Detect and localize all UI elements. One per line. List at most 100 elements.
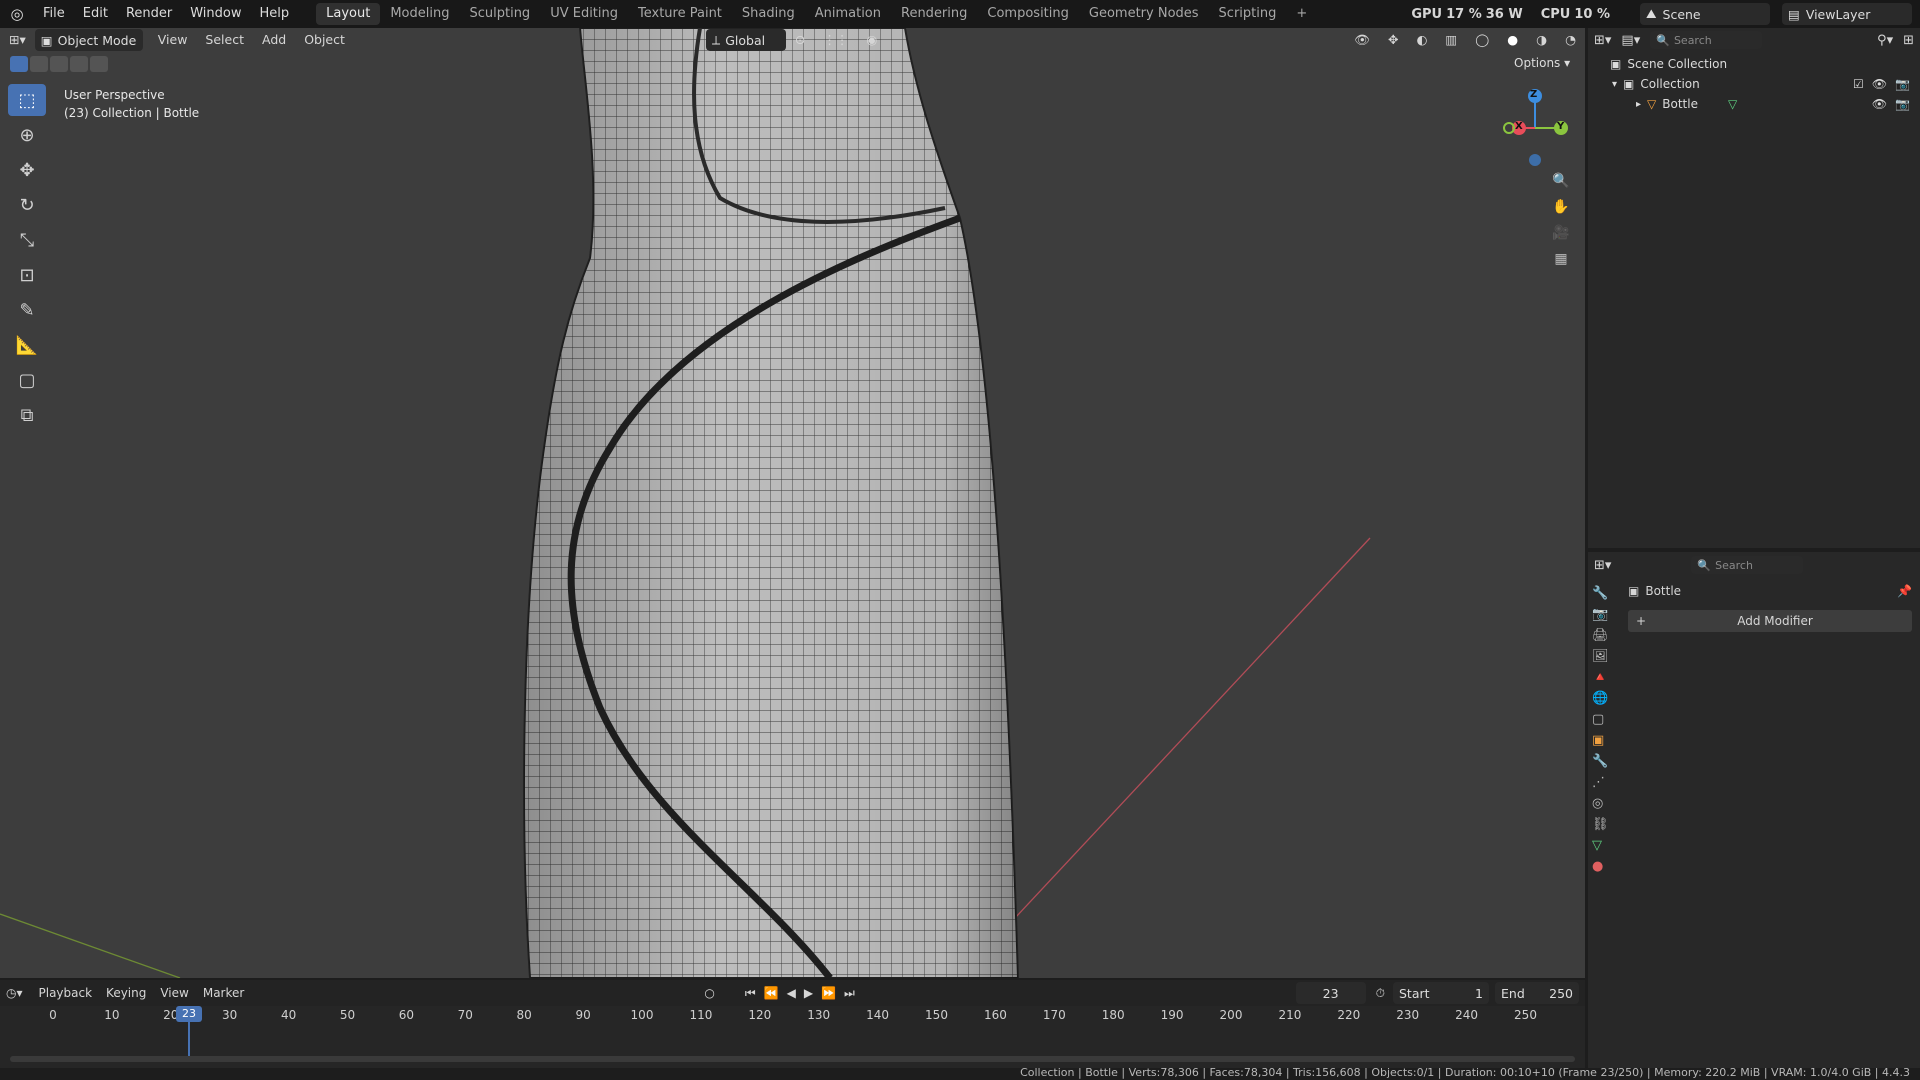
scale-tool-icon[interactable]: ⤡	[8, 224, 46, 256]
select-subtract-icon[interactable]	[50, 56, 68, 72]
constraints-props-icon[interactable]: ⛓	[1592, 817, 1616, 832]
pivot-icon[interactable]: ⊙	[786, 29, 814, 51]
menu-render[interactable]: Render	[117, 0, 181, 28]
marker-menu[interactable]: Marker	[203, 986, 244, 1000]
tab-compositing[interactable]: Compositing	[977, 3, 1079, 25]
zoom-icon[interactable]: 🔍	[1548, 168, 1574, 194]
add-cube-tool-icon[interactable]: ▢	[8, 364, 46, 396]
tab-texture-paint[interactable]: Texture Paint	[628, 3, 732, 25]
tool-props-icon[interactable]: 🔧	[1592, 586, 1616, 601]
tab-sculpting[interactable]: Sculpting	[459, 3, 540, 25]
annotate-tool-icon[interactable]: ✎	[8, 294, 46, 326]
timeline-ruler[interactable]: 0 10 20 30 40 50 60 70 80 90 100 110 120 130 140 150 160…	[0, 1006, 1585, 1068]
timeline-view-menu[interactable]: View	[160, 986, 188, 1000]
select-extend-icon[interactable]	[30, 56, 48, 72]
physics-props-icon[interactable]: ◎	[1592, 796, 1616, 811]
scene-selector[interactable]: ⛰ Scene	[1640, 3, 1770, 25]
select-menu[interactable]: Select	[196, 29, 253, 51]
transform-tool-icon[interactable]: ⊡	[8, 259, 46, 291]
menu-edit[interactable]: Edit	[74, 0, 117, 28]
jump-end-icon[interactable]: ⏭	[844, 986, 855, 1001]
expand-chevron-icon[interactable]: ▸	[1636, 99, 1641, 110]
mesh-data-icon[interactable]: ▽	[1728, 97, 1737, 111]
outliner-collection[interactable]: ▾ ▣ Collection ☑ 👁 📷	[1610, 74, 1920, 94]
tab-uv-editing[interactable]: UV Editing	[540, 3, 628, 25]
autokey-icon[interactable]: ○	[704, 986, 714, 1000]
tab-scripting[interactable]: Scripting	[1209, 3, 1287, 25]
render-props-icon[interactable]: 📷	[1592, 607, 1616, 622]
next-key-icon[interactable]: ⏩	[821, 986, 836, 1000]
tab-modeling[interactable]: Modeling	[380, 3, 459, 25]
collapse-chevron-icon[interactable]: ▾	[1612, 79, 1617, 90]
tab-layout[interactable]: Layout	[316, 3, 381, 25]
overlay-toggle-icon[interactable]: ◐	[1408, 29, 1437, 51]
extrude-tool-icon[interactable]: ⧉	[8, 399, 46, 431]
timeline-editor-icon[interactable]: ◷▾	[6, 986, 23, 1000]
menu-file[interactable]: File	[34, 0, 74, 28]
end-frame-field[interactable]: End 250	[1495, 982, 1579, 1004]
orientation-selector[interactable]: ⟂ Global	[705, 29, 786, 51]
options-button[interactable]: Options ▾	[1514, 56, 1570, 70]
outliner-search[interactable]: 🔍 Search	[1650, 31, 1763, 49]
view-layer-props-icon[interactable]: 🖼	[1592, 649, 1616, 664]
gizmo-toggle-icon[interactable]: ✥	[1379, 29, 1407, 51]
new-collection-icon[interactable]: ⊞	[1903, 33, 1914, 48]
pan-hand-icon[interactable]: ✋	[1548, 194, 1574, 220]
tab-shading[interactable]: Shading	[732, 3, 805, 25]
keying-menu[interactable]: Keying	[106, 986, 146, 1000]
display-mode-icon[interactable]: ▤▾	[1621, 33, 1640, 48]
play-reverse-icon[interactable]: ◀	[787, 986, 796, 1000]
view-menu[interactable]: View	[149, 29, 197, 51]
3d-viewport[interactable]	[0, 28, 1585, 978]
modifier-props-icon[interactable]: 🔧	[1592, 754, 1616, 769]
properties-search[interactable]: 🔍 Search	[1691, 556, 1804, 574]
add-workspace-button[interactable]: +	[1286, 3, 1317, 25]
jump-start-icon[interactable]: ⏮	[745, 986, 756, 1001]
scene-props-icon[interactable]: 🔺	[1592, 670, 1616, 685]
current-frame-field[interactable]: 23	[1295, 982, 1366, 1004]
snap-icon[interactable]: ⋮⋮	[814, 29, 857, 51]
tab-rendering[interactable]: Rendering	[891, 3, 977, 25]
world-props-icon[interactable]: 🌐	[1592, 691, 1616, 706]
measure-tool-icon[interactable]: 📐	[8, 329, 46, 361]
properties-editor-icon[interactable]: ⊞▾	[1594, 558, 1611, 573]
collection-checkbox[interactable]: ☑	[1853, 77, 1864, 91]
outliner-object-bottle[interactable]: ▸ ▽ Bottle ▽ 👁 📷	[1610, 94, 1920, 114]
rotate-tool-icon[interactable]: ↻	[8, 189, 46, 221]
data-props-icon[interactable]: ▽	[1592, 838, 1616, 853]
stopwatch-icon[interactable]: ⏱	[1376, 986, 1385, 1001]
select-new-icon[interactable]	[10, 56, 28, 72]
menu-help[interactable]: Help	[251, 0, 299, 28]
visibility-icon[interactable]: 👁	[1345, 29, 1379, 51]
collection-visibility-icon[interactable]: 👁	[1872, 77, 1887, 91]
outliner-scene-collection[interactable]: ▣ Scene Collection	[1610, 54, 1920, 74]
pin-icon[interactable]: 📌	[1897, 584, 1912, 598]
object-menu[interactable]: Object	[295, 29, 354, 51]
play-icon[interactable]: ▶	[804, 986, 813, 1000]
xray-icon[interactable]: ▥	[1436, 29, 1466, 51]
object-props-icon[interactable]: ▣	[1592, 733, 1616, 748]
blender-logo-icon[interactable]: ◎	[0, 5, 34, 23]
material-props-icon[interactable]: ●	[1592, 859, 1616, 874]
cursor-tool-icon[interactable]: ⊕	[8, 119, 46, 151]
proportional-edit-icon[interactable]: ◉	[857, 29, 886, 51]
shading-wireframe-icon[interactable]: ◯	[1466, 29, 1498, 51]
filter-icon[interactable]: ⚲▾	[1877, 33, 1893, 48]
collection-props-icon[interactable]: ▢	[1592, 712, 1616, 727]
add-modifier-button[interactable]: + Add Modifier	[1628, 610, 1912, 632]
prev-key-icon[interactable]: ⏪	[764, 986, 779, 1000]
particles-props-icon[interactable]: ⋰	[1592, 775, 1616, 790]
shading-rendered-icon[interactable]: ◔	[1556, 29, 1585, 51]
object-render-icon[interactable]: 📷	[1895, 97, 1910, 111]
select-invert-icon[interactable]	[70, 56, 88, 72]
object-visibility-icon[interactable]: 👁	[1872, 97, 1887, 111]
playback-menu[interactable]: Playback	[39, 986, 93, 1000]
camera-view-icon[interactable]: 🎥	[1548, 220, 1574, 246]
ortho-grid-icon[interactable]: ▦	[1548, 246, 1574, 272]
tab-animation[interactable]: Animation	[805, 3, 891, 25]
start-frame-field[interactable]: Start 1	[1393, 982, 1489, 1004]
outliner-editor-icon[interactable]: ⊞▾	[1594, 33, 1611, 48]
menu-window[interactable]: Window	[181, 0, 250, 28]
navigation-gizmo[interactable]: Z Y X	[1495, 86, 1575, 166]
add-menu[interactable]: Add	[253, 29, 295, 51]
